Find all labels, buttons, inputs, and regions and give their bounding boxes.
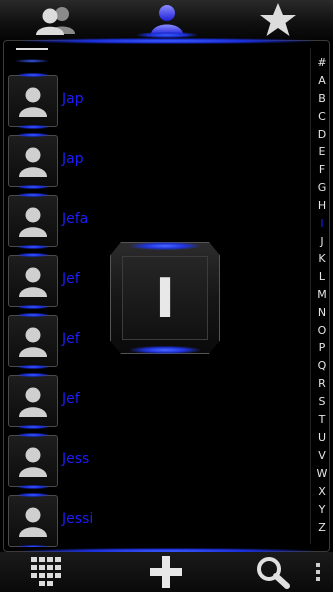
list-item[interactable]: Jess <box>6 431 306 491</box>
index-letter-d[interactable]: D <box>311 128 333 141</box>
index-letter-c[interactable]: C <box>311 110 333 123</box>
person-icon <box>19 447 47 477</box>
overflow-menu-icon <box>316 563 320 581</box>
contact-name: Jef <box>62 331 80 347</box>
avatar <box>8 133 58 189</box>
overflow-menu-button[interactable] <box>308 552 328 592</box>
tab-favorites[interactable] <box>222 0 333 40</box>
index-letter-f[interactable]: F <box>311 163 333 176</box>
person-icon <box>19 207 47 237</box>
index-letter-z[interactable]: Z <box>311 521 333 534</box>
list-item-partial[interactable] <box>6 45 58 69</box>
contact-icon <box>150 5 183 35</box>
avatar <box>8 73 58 129</box>
person-icon <box>19 267 47 297</box>
index-letter-y[interactable]: Y <box>311 503 333 516</box>
avatar-glow <box>14 59 50 63</box>
avatar <box>8 493 58 547</box>
bottom-action-bar <box>0 552 333 592</box>
alphabet-index[interactable]: # A B C D E F G H I J K L M N O P Q R S … <box>310 48 332 544</box>
groups-icon <box>35 7 75 35</box>
contact-name: Jess <box>62 451 90 467</box>
contact-name: Jef <box>62 391 80 407</box>
list-item[interactable]: Jap <box>6 71 306 131</box>
person-icon <box>19 147 47 177</box>
avatar <box>8 433 58 489</box>
person-icon <box>19 507 47 537</box>
index-letter-r[interactable]: R <box>311 377 333 390</box>
index-letter-n[interactable]: N <box>311 306 333 319</box>
index-letter-m[interactable]: M <box>311 288 333 301</box>
index-letter-a[interactable]: A <box>311 74 333 87</box>
index-letter-t[interactable]: T <box>311 413 333 426</box>
contact-name: Jefa <box>62 211 89 227</box>
list-item[interactable]: Jessi <box>6 491 306 547</box>
list-item[interactable]: Jap <box>6 131 306 191</box>
index-letter: I <box>154 266 176 330</box>
index-letter-p[interactable]: P <box>311 341 333 354</box>
index-letter-u[interactable]: U <box>311 431 333 444</box>
index-letter-b[interactable]: B <box>311 92 333 105</box>
tab-groups[interactable] <box>0 0 111 40</box>
star-icon <box>259 3 296 36</box>
index-letter-overlay: I <box>108 242 222 354</box>
dialpad-icon <box>31 557 61 586</box>
plus-icon <box>150 556 182 588</box>
index-letter-i[interactable]: I <box>311 217 333 230</box>
overlay-glow-bottom <box>130 346 200 354</box>
add-contact-button[interactable] <box>131 552 201 592</box>
dialpad-button[interactable] <box>12 552 82 592</box>
search-button[interactable] <box>238 552 308 592</box>
tab-contacts[interactable] <box>111 0 222 40</box>
index-letter-j[interactable]: J <box>311 235 333 248</box>
index-letter-k[interactable]: K <box>311 252 333 265</box>
index-letter-e[interactable]: E <box>311 145 333 158</box>
avatar <box>8 253 58 309</box>
index-letter-x[interactable]: X <box>311 485 333 498</box>
index-letter-o[interactable]: O <box>311 324 333 337</box>
contact-name: Jef <box>62 271 80 287</box>
search-icon <box>257 557 290 589</box>
contact-name: Jap <box>62 91 84 107</box>
contact-name: Jessi <box>62 511 94 527</box>
avatar <box>8 313 58 369</box>
avatar <box>8 193 58 249</box>
index-letter-l[interactable]: L <box>311 270 333 283</box>
contact-name: Jap <box>62 151 84 167</box>
index-letter-s[interactable]: S <box>311 395 333 408</box>
index-letter-v[interactable]: V <box>311 449 333 462</box>
avatar-edge <box>16 48 48 50</box>
index-letter-q[interactable]: Q <box>311 359 333 372</box>
tab-bar <box>0 0 333 40</box>
index-letter-w[interactable]: W <box>311 467 333 480</box>
avatar <box>8 373 58 429</box>
person-icon <box>19 87 47 117</box>
overlay-inner: I <box>122 256 208 340</box>
overlay-glow-top <box>130 242 200 250</box>
index-letter-g[interactable]: G <box>311 181 333 194</box>
person-icon <box>19 327 47 357</box>
index-letter-h[interactable]: H <box>311 199 333 212</box>
person-icon <box>19 387 47 417</box>
frame-glow-top <box>24 38 311 44</box>
index-letter-hash[interactable]: # <box>311 56 333 69</box>
list-item[interactable]: Jef <box>6 371 306 431</box>
